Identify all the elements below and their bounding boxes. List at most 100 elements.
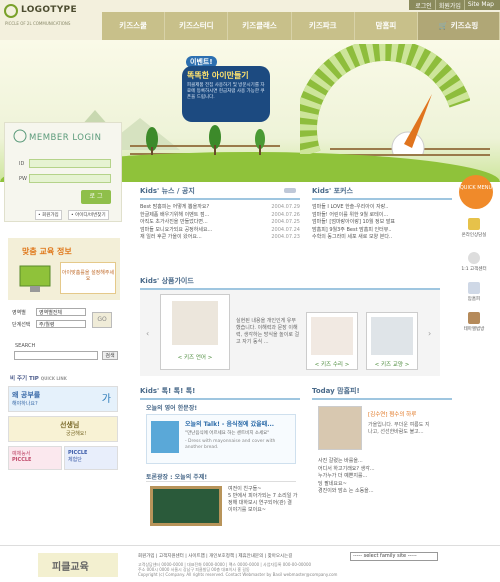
stage-select[interactable]: 주/월령 [36, 320, 86, 328]
monitor-icon [19, 265, 51, 292]
talk-image [151, 421, 179, 453]
list-item[interactable]: 딩 팔네요요~ [318, 481, 438, 489]
list-item[interactable]: 재 일러 후쿤 가을이 왔어요... 2004.07.23 [140, 234, 300, 242]
footer-link[interactable]: 회원가입 [138, 554, 155, 559]
quick-item-label: 맘홈피 [467, 297, 481, 302]
focus-list: 엄마들 I LOVE 한솔-우리아이 자랑.. 엄마들! 어린이를 위한 9월 … [312, 204, 452, 242]
product-image [371, 317, 413, 355]
footer-copyright: Copyright (c) Company. All rights reserv… [138, 572, 338, 577]
login-panel: MEMBER LOGIN ID PW 로 그 • 회원가입 • 아이디/비번찾기 [4, 122, 122, 222]
list-item[interactable]: 어디서 하고기래요? 생각... [318, 466, 438, 474]
focus-divider [312, 198, 452, 200]
footer-link[interactable]: 찾아오시는길 [268, 554, 293, 559]
banner-arts[interactable]: 예체능서 PICCLE [8, 446, 62, 470]
quick-item-label: 테마앨범방 [463, 327, 485, 332]
home-icon [468, 282, 480, 294]
news-more-button[interactable] [284, 188, 296, 193]
tip-subtitle: QUICK LINK [40, 376, 67, 381]
banner-why-study[interactable]: 왜 공부를 해야하나요? 가 [8, 386, 118, 412]
quick-item-momhome[interactable]: 맘홈피 [454, 282, 494, 302]
product-card-math[interactable]: < 키즈 수리 > [306, 312, 358, 370]
find-account-button[interactable]: • 아이디/비번찾기 [68, 210, 109, 220]
logo-text: LOGOTYPE [21, 5, 77, 15]
list-item[interactable]: 맘홈피] 9월3주 Best 맘홈피 인터뷰.. [312, 227, 452, 235]
debate-item: 5 반에서 피아가되는 7 소리일 가정해 대하보시 연구되어(관) 결 이야기… [228, 493, 298, 513]
debate-list[interactable]: 여전이 친구들~ 5 반에서 피아가되는 7 소리일 가정해 대하보시 연구되어… [228, 486, 298, 514]
today-talk-main: 오늘의 Talk! - 음식점에 갔을때... [185, 421, 275, 428]
list-item[interactable]: 엄마들! [엄마랑아이랑] 10월 정보 발표 [312, 219, 452, 227]
product-card-culture[interactable]: < 키즈 교양 > [366, 312, 418, 370]
quick-item-album[interactable]: 테마앨범방 [454, 312, 494, 332]
next-arrow-icon[interactable]: › [428, 330, 434, 338]
list-item[interactable]: 엄마들! 어린이를 위한 9월 로테이… [312, 212, 452, 220]
list-item[interactable]: 사진 갈렸는 바를을... [318, 458, 438, 466]
go-button[interactable]: GO [92, 312, 112, 328]
product-card-language[interactable]: < 키즈 언어 > [160, 294, 230, 370]
nav-item-kidsclass[interactable]: 키즈클래스 [228, 12, 292, 40]
product-caption: < 키즈 교양 > [374, 362, 410, 368]
member-icon [13, 129, 27, 143]
search-button[interactable]: 검색 [102, 351, 118, 360]
product-caption: < 키즈 언어 > [177, 355, 213, 361]
id-input[interactable] [29, 159, 111, 168]
logo[interactable]: LOGOTYPE PICCLE OF 2L COMMUNICATIONS [4, 4, 104, 30]
news-section: Kids' 뉴스 / 공지 Best 맘홈피는 어떻게 뽑을까요? 2004.07… [140, 186, 300, 242]
debate-item: 여전이 친구들~ [228, 486, 262, 492]
quick-menu-badge[interactable]: QUICK MENU [459, 175, 493, 209]
list-item[interactable]: Best 맘홈피는 어떻게 뽑을까요? 2004.07.29 [140, 204, 300, 212]
nav-item-momhome[interactable]: 맘홈피 [355, 12, 419, 40]
pw-input[interactable] [29, 174, 111, 183]
quick-item-label: 1:1 고객센터 [461, 267, 487, 272]
talk-divider [140, 398, 300, 400]
custom-edu-panel: 맞춤 교육 정보 아이맞춤를을 설정해주세요 [8, 238, 120, 300]
signup-link[interactable]: 회원가입 [434, 0, 464, 10]
footer-address: 고객상담센터 0000-0000 | 대표전화 0000-0000 | 팩스 0… [138, 562, 337, 577]
list-item[interactable]: 엄마들 모니요가되요 공정하세요... 2004.07.24 [140, 227, 300, 235]
quick-item-consult[interactable]: 온라인상담실 [454, 218, 494, 238]
footer-link[interactable]: 사이트맵 [188, 554, 205, 559]
product-caption: < 키즈 수리 > [314, 362, 350, 368]
momhome-photo[interactable] [318, 406, 362, 450]
area-select[interactable]: 영역별전체 [36, 308, 86, 316]
banner-trial[interactable]: PICCLE 체험단 [64, 446, 118, 470]
momhome-title: Today 맘홈피! [312, 387, 360, 395]
momhome-headline[interactable]: [김수연] 쩜수의 하루 [368, 410, 416, 418]
logo-mark-icon [4, 4, 18, 18]
list-item[interactable]: 한글제품 배우기위해 이벤트 점... 2004.07.26 [140, 212, 300, 220]
list-item[interactable]: 수학의 동그라미 세포 새로 모양 본다.. [312, 234, 452, 242]
nav-item-kidspark[interactable]: 키즈파크 [292, 12, 355, 40]
momhome-item-title: 경진이와 맘소 는 소동을... [318, 488, 374, 494]
search-input[interactable] [14, 351, 98, 360]
sitemap-link[interactable]: Site Map [463, 0, 497, 10]
focus-title: Kids' 포커스 [312, 187, 353, 195]
news-item-date: 2004.07.24 [271, 226, 300, 233]
product-image [311, 317, 353, 355]
focus-item-title: 맘홈피] 9월3주 Best 맘홈피 인터뷰.. [312, 226, 392, 233]
event-bubble[interactable]: 똑똑한 아이만들기 피클제품 전집 사용하기 및 방문시기를 자료에 등록하시면… [182, 66, 270, 122]
today-talk-quote: "만난음식에 어르세요 하는 센트비지 소세요" [185, 431, 270, 436]
nav-item-kidsschool[interactable]: 키즈스쿨 [102, 12, 166, 40]
momhome-item-title: 딩 팔네요요~ [318, 480, 347, 487]
list-item[interactable]: 엄마들 I LOVE 한솔-우리아이 자랑.. [312, 204, 452, 212]
family-site-select[interactable]: ----- select family site ----- [350, 552, 438, 561]
banner-why-b: 해야하나요? [12, 401, 38, 407]
footer-link[interactable]: 고객지원센터 [159, 554, 184, 559]
area-label: 영역별 [12, 310, 26, 316]
list-item[interactable]: 경진이와 맘소 는 소동을... [318, 488, 438, 496]
prev-arrow-icon[interactable]: ‹ [146, 330, 152, 338]
list-item[interactable]: 누가누가 더 예쁜지를... [318, 473, 438, 481]
login-link[interactable]: 로그인 [412, 0, 435, 10]
list-item[interactable]: 아직도 초가사진을 만들었다면... 2004.07.25 [140, 219, 300, 227]
quick-item-support[interactable]: 1:1 고객센터 [454, 252, 494, 272]
nav-item-kidsstudy[interactable]: 키즈스터디 [165, 12, 229, 40]
nav-item-kidsshop[interactable]: 🛒 키즈쇼핑 [418, 12, 500, 40]
headset-icon [468, 252, 480, 264]
signup-button[interactable]: • 회원가입 [35, 210, 62, 220]
banner-teacher[interactable]: 선생님 궁금해요! [8, 416, 118, 442]
news-item-title: 아직도 초가사진을 만들었다면... [140, 219, 208, 225]
footer-link[interactable]: 제휴안내문의 [238, 554, 263, 559]
today-talk-box[interactable]: 오늘의 Talk! - 음식점에 갔을때... "만난음식에 어르세요 하는 센… [146, 414, 296, 464]
main-nav: 키즈스쿨 키즈스터디 키즈클래스 키즈파크 맘홈피 🛒 키즈쇼핑 [102, 12, 500, 40]
footer-link[interactable]: 개인보호정책 [209, 554, 234, 559]
login-button[interactable]: 로 그 [81, 190, 111, 204]
